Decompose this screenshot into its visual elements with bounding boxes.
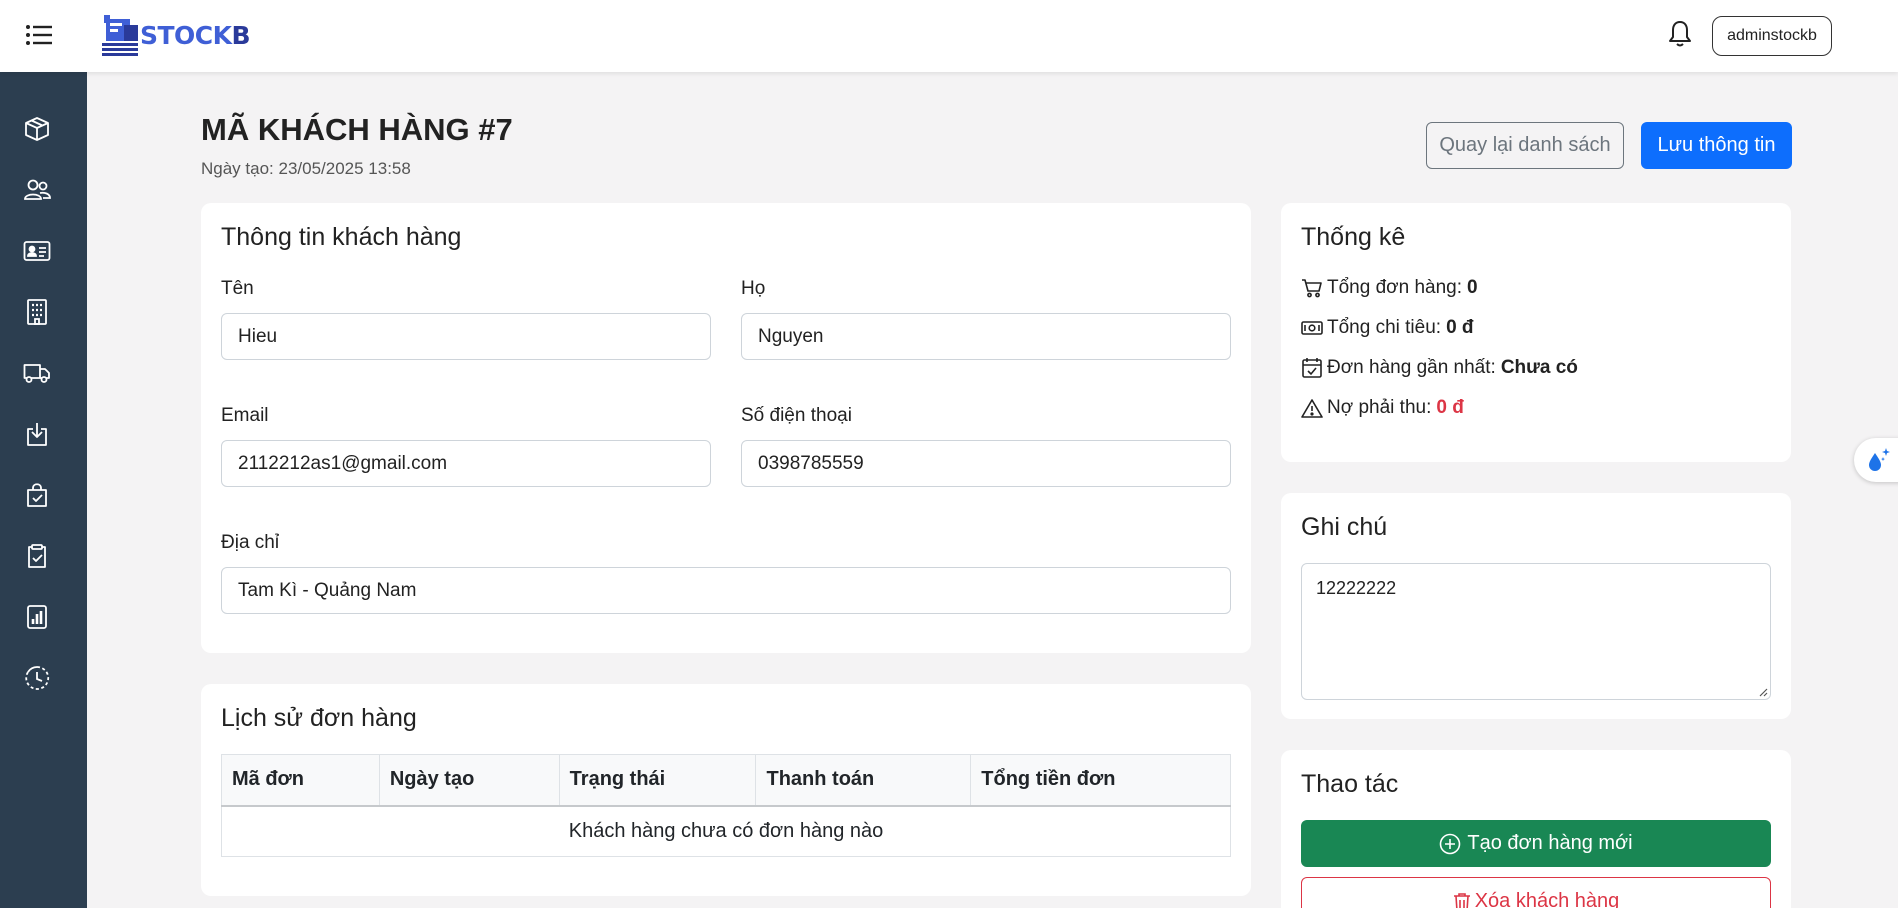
plus-circle-icon (1440, 833, 1461, 854)
cart-icon (1302, 279, 1322, 298)
latest-order-stat: Đơn hàng gần nhất: Chưa có (1301, 357, 1578, 379)
sidebar-item-employees[interactable] (22, 236, 52, 266)
debt-stat: Nợ phải thu: 0 đ (1301, 397, 1464, 419)
stockb-logo[interactable]: STOCKB (100, 12, 251, 58)
bell-icon (1669, 21, 1691, 47)
water-drop-sparkle-icon (1869, 448, 1890, 471)
resize-handle-icon[interactable] (1758, 687, 1768, 697)
actions-title: Thao tác (1301, 770, 1399, 798)
table-header-row: Mã đơn Ngày tạo Trạng thái Thanh toán Tổ… (221, 754, 1231, 807)
notes-textarea[interactable]: 12222222 (1301, 563, 1771, 700)
page-title: MÃ KHÁCH HÀNG #7 (201, 112, 513, 147)
table-row: Khách hàng chưa có đơn hàng nào (221, 805, 1231, 857)
back-to-list-button[interactable]: Quay lại danh sách (1426, 122, 1624, 169)
people-icon (24, 179, 51, 200)
address-field[interactable]: Tam Kì - Quảng Nam (221, 567, 1231, 614)
building-icon (27, 299, 47, 325)
email-field[interactable]: 2112212as1@gmail.com (221, 440, 711, 487)
logo-text: STOCKB (140, 20, 251, 50)
notes-title: Ghi chú (1301, 513, 1388, 541)
sidebar-item-import[interactable] (22, 419, 52, 449)
sidebar-item-products[interactable] (22, 114, 52, 144)
created-date: Ngày tạo: 23/05/2025 13:58 (201, 159, 411, 178)
floating-assistant-button[interactable] (1854, 438, 1898, 482)
top-navbar: STOCKB adminstockb (0, 0, 1898, 72)
empty-table-message: Khách hàng chưa có đơn hàng nào (221, 805, 1231, 857)
report-chart-icon (27, 605, 47, 629)
create-order-button[interactable]: Tạo đơn hàng mới (1301, 820, 1771, 867)
column-header[interactable]: Thanh toán (755, 754, 972, 807)
phone-field[interactable]: 0398785559 (741, 440, 1231, 487)
first-name-field[interactable]: Hieu (221, 313, 711, 360)
box-icon (25, 117, 49, 141)
clock-history-icon (25, 666, 50, 690)
customer-info-title: Thông tin khách hàng (221, 223, 462, 251)
last-name-field[interactable]: Nguyen (741, 313, 1231, 360)
sidebar-item-shipping[interactable] (22, 358, 52, 388)
cash-icon (1301, 321, 1323, 335)
sidebar-item-inventory-check[interactable] (22, 541, 52, 571)
sidebar (0, 72, 87, 908)
clipboard-check-icon (28, 544, 46, 568)
order-history-title: Lịch sử đơn hàng (221, 704, 417, 732)
notes-text: 12222222 (1316, 578, 1397, 598)
user-menu-button[interactable]: adminstockb (1712, 16, 1832, 56)
sidebar-item-orders[interactable] (22, 480, 52, 510)
warning-triangle-icon (1301, 399, 1323, 418)
column-header[interactable]: Trạng thái (558, 754, 757, 807)
delete-customer-button[interactable]: Xóa khách hàng (1301, 877, 1771, 908)
column-header[interactable]: Ngày tạo (378, 754, 560, 807)
sidebar-item-suppliers[interactable] (22, 297, 52, 327)
address-label: Địa chỉ (221, 532, 280, 553)
download-box-icon (27, 423, 47, 446)
last-name-label: Họ (741, 278, 766, 299)
sidebar-item-reports[interactable] (22, 602, 52, 632)
phone-label: Số điện thoại (741, 405, 852, 426)
truck-icon (23, 364, 50, 383)
first-name-label: Tên (221, 278, 254, 299)
column-header[interactable]: Mã đơn (221, 754, 380, 807)
total-orders-stat: Tổng đơn hàng: 0 (1301, 277, 1478, 299)
sidebar-item-customers[interactable] (22, 175, 52, 205)
warehouse-logo-icon (102, 15, 138, 56)
total-spent-stat: Tổng chi tiêu: 0 đ (1301, 317, 1474, 339)
list-icon (26, 25, 52, 45)
notification-bell-button[interactable] (1668, 20, 1694, 50)
id-card-icon (23, 241, 51, 261)
sidebar-item-history[interactable] (22, 663, 52, 693)
save-button[interactable]: Lưu thông tin (1641, 122, 1792, 169)
column-header[interactable]: Tổng tiền đơn (970, 754, 1231, 807)
menu-toggle-button[interactable] (22, 20, 56, 50)
email-label: Email (221, 405, 269, 426)
trash-icon (1453, 893, 1470, 908)
calendar-check-icon (1302, 358, 1322, 378)
bag-check-icon (27, 483, 47, 507)
stats-title: Thống kê (1301, 223, 1406, 251)
order-history-table: Mã đơn Ngày tạo Trạng thái Thanh toán Tổ… (221, 754, 1231, 857)
